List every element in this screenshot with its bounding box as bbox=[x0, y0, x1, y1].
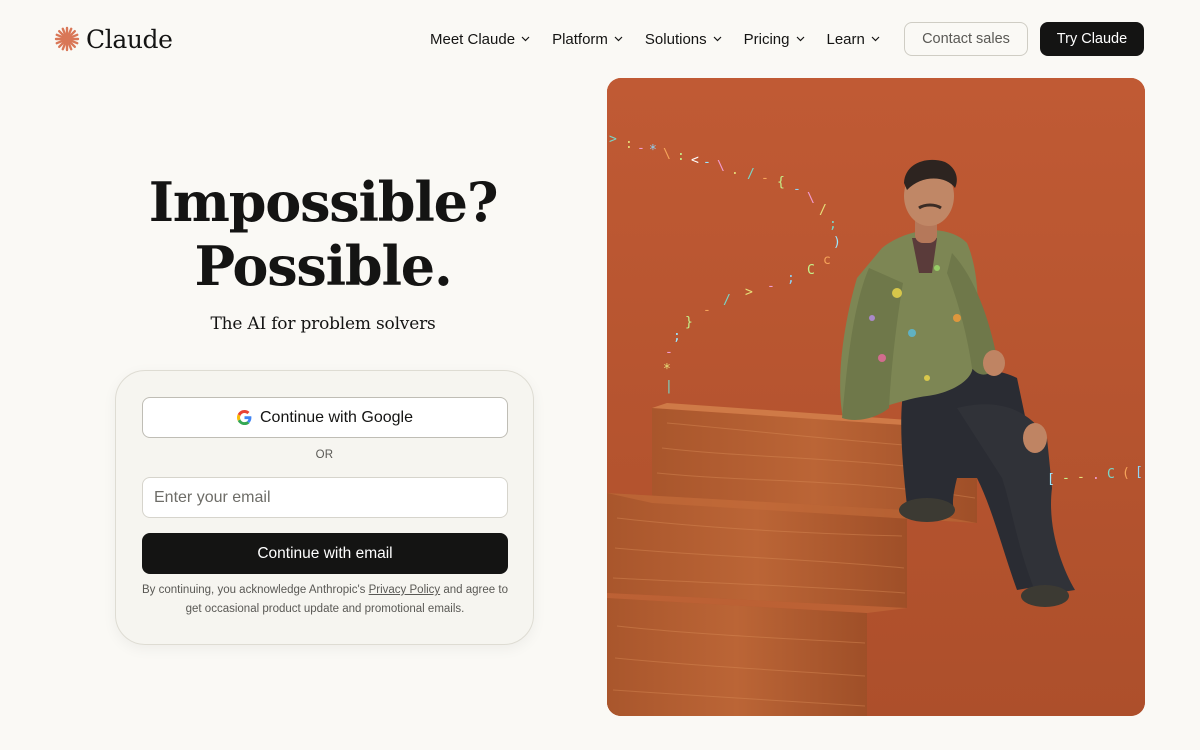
claude-starburst-icon bbox=[54, 26, 80, 52]
svg-text:-: - bbox=[703, 155, 711, 170]
contact-sales-button[interactable]: Contact sales bbox=[904, 22, 1028, 56]
svg-text:C: C bbox=[1107, 467, 1115, 482]
nav-item-platform[interactable]: Platform bbox=[552, 31, 623, 48]
try-claude-button[interactable]: Try Claude bbox=[1040, 22, 1144, 56]
nav-item-learn[interactable]: Learn bbox=[827, 31, 880, 48]
svg-text:-: - bbox=[793, 182, 801, 197]
nav-item-label: Solutions bbox=[644, 30, 707, 48]
chevron-down-icon bbox=[614, 36, 623, 42]
hero-photo-illustration: > : - * \ : < - \ . / - { - \ / ; ) c C … bbox=[607, 78, 1145, 716]
svg-text:(: ( bbox=[1122, 466, 1130, 481]
svg-text:-: - bbox=[761, 171, 769, 186]
privacy-policy-link[interactable]: Privacy Policy bbox=[369, 584, 441, 596]
nav-item-label: Learn bbox=[826, 30, 865, 48]
svg-text:[: [ bbox=[1047, 472, 1055, 487]
svg-text:C: C bbox=[807, 263, 815, 278]
svg-text:/: / bbox=[747, 167, 755, 182]
signin-card: Continue with Google OR Continue with em… bbox=[115, 370, 534, 645]
nav-item-solutions[interactable]: Solutions bbox=[645, 31, 722, 48]
svg-text:>: > bbox=[609, 132, 617, 147]
chevron-down-icon bbox=[521, 36, 530, 42]
hero-image: > : - * \ : < - \ . / - { - \ / ; ) c C … bbox=[607, 78, 1145, 716]
svg-text:-: - bbox=[1062, 471, 1070, 486]
svg-text:-: - bbox=[637, 141, 645, 156]
chevron-down-icon bbox=[796, 36, 804, 42]
logo-text: Claude bbox=[86, 24, 173, 54]
chevron-down-icon bbox=[713, 36, 722, 42]
email-input[interactable] bbox=[142, 477, 508, 518]
main-nav: Meet Claude Platform Solutions Pricing L… bbox=[430, 24, 880, 54]
google-button-label: Continue with Google bbox=[260, 408, 413, 426]
hero-title: Impossible? Possible. bbox=[100, 170, 546, 298]
svg-text:[: [ bbox=[1135, 465, 1143, 480]
svg-text:.: . bbox=[1092, 468, 1100, 483]
site-header: Claude Meet Claude Platform Solutions Pr… bbox=[0, 0, 1200, 78]
svg-text:<: < bbox=[691, 153, 699, 168]
svg-text:): ) bbox=[833, 235, 841, 250]
svg-text:;: ; bbox=[673, 329, 681, 344]
nav-item-label: Platform bbox=[552, 30, 608, 48]
svg-text:*: * bbox=[649, 143, 657, 158]
svg-text:{: { bbox=[777, 175, 785, 190]
svg-text::: : bbox=[625, 137, 633, 152]
svg-text:/: / bbox=[819, 203, 827, 218]
svg-text:}: } bbox=[685, 315, 693, 330]
continue-with-email-button[interactable]: Continue with email bbox=[142, 533, 508, 574]
svg-text:c: c bbox=[823, 253, 831, 268]
svg-text:-: - bbox=[703, 303, 711, 318]
continue-with-google-button[interactable]: Continue with Google bbox=[142, 397, 508, 438]
svg-text:-: - bbox=[767, 279, 775, 294]
svg-text:.: . bbox=[731, 163, 739, 178]
svg-text:*: * bbox=[663, 362, 671, 377]
svg-text::: : bbox=[677, 149, 685, 164]
svg-text:>: > bbox=[745, 285, 753, 300]
logo-link[interactable]: Claude bbox=[54, 24, 173, 54]
chevron-down-icon bbox=[871, 36, 880, 42]
svg-text:\: \ bbox=[663, 147, 671, 162]
or-divider: OR bbox=[315, 449, 334, 461]
svg-text:|: | bbox=[665, 379, 673, 394]
nav-item-label: Pricing bbox=[743, 30, 790, 48]
svg-text:/: / bbox=[723, 293, 731, 308]
svg-text:;: ; bbox=[829, 217, 837, 232]
legal-notice: By continuing, you acknowledge Anthropic… bbox=[136, 581, 514, 619]
hero-title-line-2: Possible. bbox=[194, 234, 452, 298]
svg-text:\: \ bbox=[807, 191, 815, 206]
svg-text:-: - bbox=[1077, 470, 1085, 485]
svg-text:;: ; bbox=[787, 271, 795, 286]
hero-subtitle: The AI for problem solvers bbox=[210, 314, 436, 334]
legal-prefix: By continuing, you acknowledge Anthropic… bbox=[142, 584, 369, 596]
google-g-icon bbox=[237, 410, 252, 425]
nav-item-pricing[interactable]: Pricing bbox=[744, 31, 805, 48]
svg-text:\: \ bbox=[717, 159, 725, 174]
svg-text:-: - bbox=[665, 345, 673, 360]
hero-title-line-1: Impossible? bbox=[148, 170, 499, 234]
nav-item-label: Meet Claude bbox=[430, 30, 516, 48]
nav-item-meet-claude[interactable]: Meet Claude bbox=[430, 31, 530, 48]
